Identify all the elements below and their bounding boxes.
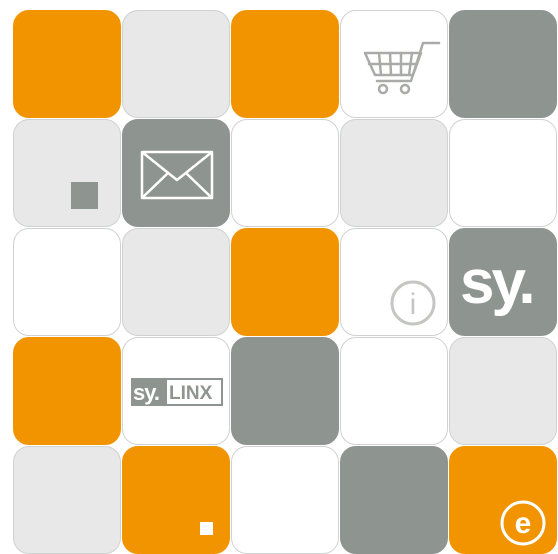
tile-r4c4[interactable] [340,337,448,445]
tile-r1c4-shop[interactable] [340,10,448,118]
tile-r5c4[interactable] [340,446,448,554]
shopping-cart-icon [363,41,441,95]
tile-r5c1[interactable] [13,446,121,554]
tile-r3c5-sy[interactable]: sy. [449,228,557,336]
tile-r5c5-e[interactable]: e [449,446,557,554]
tile-r3c2[interactable] [122,228,230,336]
sylinx-logo-icon: sy. LINX [131,378,223,406]
tile-r2c5[interactable] [449,119,557,227]
tile-r3c4-info[interactable]: i [340,228,448,336]
tile-r1c3[interactable] [231,10,339,118]
tile-r5c3[interactable] [231,446,339,554]
tile-r1c1[interactable] [13,10,121,118]
tile-r2c2-mail[interactable] [122,119,230,227]
sylinx-linx-text: LINX [169,383,213,404]
info-glyph: i [410,288,417,321]
sy-logo-text: sy. [460,248,533,317]
envelope-icon [140,150,214,200]
tile-r4c1[interactable] [13,337,121,445]
tile-r3c1[interactable] [13,228,121,336]
tile-r1c2[interactable] [122,10,230,118]
tile-r4c3[interactable] [231,337,339,445]
tile-r2c1[interactable] [13,119,121,227]
tile-grid: i sy. sy. LINX e [13,10,558,554]
tile-r4c2-sylinx[interactable]: sy. LINX [122,337,230,445]
tile-r4c5[interactable] [449,337,557,445]
e-glyph: e [515,507,532,540]
sy-logo-icon: sy. [460,248,536,317]
info-icon: i [390,280,436,326]
tile-r1c5[interactable] [449,10,557,118]
sylinx-sy-text: sy. [133,380,159,405]
e-circle-icon: e [500,500,546,546]
tile-r2c4[interactable] [340,119,448,227]
tile-r3c3[interactable] [231,228,339,336]
tile-r5c2[interactable] [122,446,230,554]
small-square-icon [200,522,213,535]
small-square-icon [71,182,98,209]
tile-r2c3[interactable] [231,119,339,227]
